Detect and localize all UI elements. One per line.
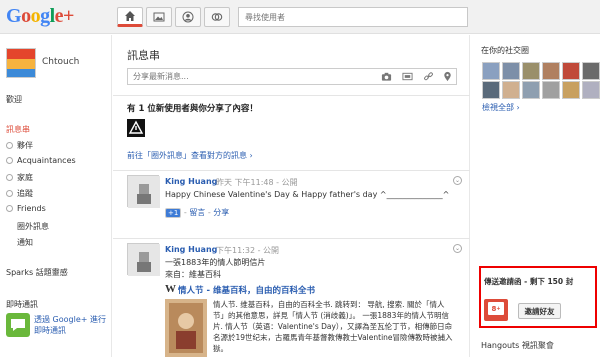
circle-item[interactable]: Friends (6, 204, 46, 213)
divider (113, 238, 470, 239)
page-title: 訊息串 (127, 49, 160, 62)
circle-radio-icon (6, 205, 13, 212)
profile-icon (182, 11, 194, 23)
welcome-link[interactable]: 歡迎 (6, 94, 22, 105)
avatar[interactable] (582, 62, 600, 80)
link-preview-image[interactable] (165, 299, 207, 357)
circles-nav-button[interactable] (204, 7, 230, 27)
profile-nav-button[interactable] (175, 7, 201, 27)
home-icon (125, 11, 135, 21)
video-icon[interactable] (401, 70, 413, 82)
circle-label: 夥伴 (17, 141, 33, 150)
hangouts-title: Hangouts 視訊聚會 (481, 341, 554, 350)
wikipedia-w-icon: W (165, 283, 176, 295)
stream-link[interactable]: 訊息串 (6, 124, 30, 135)
circle-item[interactable]: 夥伴 (6, 140, 33, 151)
avatar[interactable] (482, 81, 500, 99)
avatar[interactable] (522, 62, 540, 80)
circle-radio-icon (6, 174, 13, 181)
camera-icon[interactable] (380, 70, 392, 82)
circle-radio-icon (6, 190, 13, 197)
avatar[interactable] (542, 81, 560, 99)
post-visibility: 公開 (263, 246, 280, 255)
circle-item[interactable]: Acquaintances (6, 156, 76, 165)
circle-label: 家庭 (17, 173, 33, 182)
chat-title: 即時通訊 (6, 300, 38, 309)
location-icon[interactable] (441, 70, 453, 82)
sparks-link[interactable]: Sparks 話題靈感 (6, 267, 68, 278)
post-time[interactable]: 下午11:32 (216, 246, 255, 255)
post-line: 一張1883年的情人節明信片 (165, 258, 266, 267)
top-bar: Google+ (0, 0, 600, 34)
google-plus-logo[interactable]: Google+ (6, 5, 74, 28)
left-sidebar: Chtouch 歡迎 訊息串 夥伴 Acquaintances 家庭 追蹤 Fr… (0, 35, 112, 357)
avatar[interactable] (562, 62, 580, 80)
divider (113, 170, 470, 171)
link-preview-snippet: 情人节. 维基百科，自由的百科全书. 跳转到： 导航, 搜索. 關於「情人节」的… (213, 300, 453, 353)
circle-label: Friends (17, 204, 46, 213)
photos-icon (153, 12, 165, 22)
chevron-down-icon[interactable]: ⌄ (453, 176, 462, 185)
avatar[interactable] (6, 48, 36, 78)
avatar[interactable] (562, 81, 580, 99)
avatar[interactable] (502, 81, 520, 99)
post-author[interactable]: King Huang (165, 245, 217, 254)
avatar[interactable] (582, 81, 600, 99)
chat-cta-line1[interactable]: 透過 Google+ 進行 (34, 314, 106, 325)
post-text: Happy Chinese Valentine's Day & Happy fa… (165, 190, 450, 199)
circles-icon (211, 13, 223, 21)
invite-title: 傳送邀請函 - 剩下 150 封 (484, 277, 574, 286)
circle-label: 追蹤 (17, 189, 33, 198)
chevron-down-icon[interactable]: ⌄ (453, 244, 462, 253)
chat-bubble-icon (6, 313, 30, 337)
notifications-link[interactable]: 通知 (17, 237, 33, 248)
search-input[interactable] (238, 7, 468, 27)
post-author-avatar[interactable] (127, 175, 160, 208)
post-actions: +1 - 留言 - 分享 (165, 207, 229, 218)
avatar[interactable] (522, 81, 540, 99)
share-link[interactable]: 分享 (213, 208, 229, 217)
circle-radio-icon (6, 142, 13, 149)
circle-item[interactable]: 追蹤 (6, 188, 33, 199)
link-icon[interactable] (422, 70, 434, 82)
plus-one-button[interactable]: +1 (165, 208, 182, 218)
avatar[interactable] (482, 62, 500, 80)
view-all-link[interactable]: 檢視全部 › (482, 102, 520, 113)
post-visibility: 公開 (281, 178, 298, 187)
incoming-link[interactable]: 圈外訊息 (17, 221, 49, 232)
incoming-notice-link[interactable]: 前往「圈外訊息」查看對方的訊息 › (127, 150, 253, 161)
circle-item[interactable]: 家庭 (6, 172, 33, 183)
divider (113, 95, 470, 96)
post-meta: 昨天 下午11:48 - 公開 (216, 178, 298, 187)
link-preview-title[interactable]: 情人节 - 维基百科，自由的百科全书 (178, 284, 315, 296)
avatar[interactable] (502, 62, 520, 80)
warning-icon (127, 119, 145, 137)
home-nav-button[interactable] (117, 7, 143, 27)
new-user-notice: 有 1 位新使用者與你分享了內容！ (127, 104, 258, 114)
circle-radio-icon (6, 157, 13, 164)
post-time[interactable]: 昨天 下午11:48 (216, 178, 274, 187)
post-line: 來自：維基百科 (165, 270, 221, 279)
post-meta: 下午11:32 - 公開 (216, 246, 280, 255)
comment-link[interactable]: 留言 (189, 208, 205, 217)
post-author[interactable]: King Huang (165, 177, 217, 186)
google-plus-badge-icon: 8 + (488, 302, 504, 315)
stream-column: 訊息串 有 1 位新使用者與你分享了內容！ 前往「圈外訊息」查看對方的訊息 › … (113, 35, 470, 357)
photos-nav-button[interactable] (146, 7, 172, 27)
invite-friends-button[interactable]: 邀請好友 (518, 303, 561, 319)
chat-cta-line2[interactable]: 即時通訊 (34, 325, 66, 336)
circles-title: 在你的社交圈 (481, 46, 529, 55)
username[interactable]: Chtouch (42, 57, 79, 67)
circle-label: Acquaintances (17, 156, 76, 165)
avatar[interactable] (542, 62, 560, 80)
post-author-avatar[interactable] (127, 243, 160, 276)
